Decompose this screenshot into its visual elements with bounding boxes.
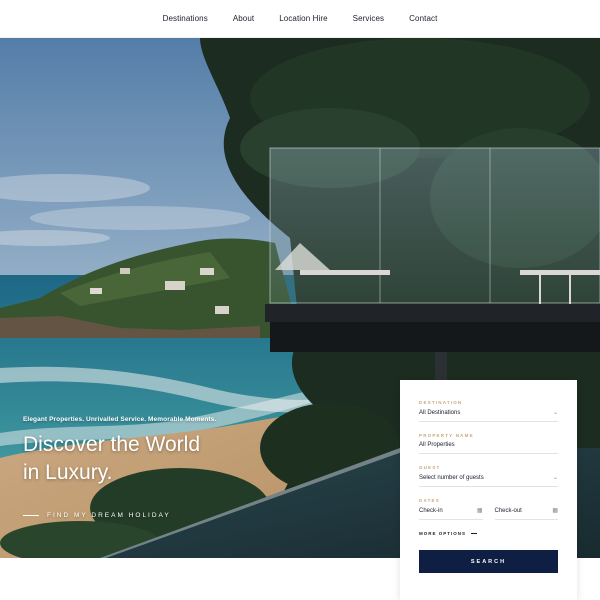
destination-field: DESTINATION All Destinations ⌄ [419,400,558,422]
nav-contact[interactable]: Contact [409,14,437,23]
destination-label: DESTINATION [419,400,463,405]
dash-icon [471,533,478,534]
checkout-input[interactable]: Check-out ▦ [494,507,558,520]
chevron-down-icon: ⌄ [552,410,558,416]
destination-value: All Destinations [419,409,461,416]
find-dream-holiday-link[interactable]: FIND MY DREAM HOLIDAY [23,512,353,519]
checkout-placeholder: Check-out [494,507,522,514]
hero-headline-line1: Discover the World [23,433,201,456]
nav-destinations[interactable]: Destinations [163,14,208,23]
guest-value: Select number of guests [419,474,484,481]
calendar-icon: ▦ [476,508,483,514]
property-value: All Properties [419,442,455,448]
dates-field: DATES Check-in ▦ Check-out ▦ [419,498,558,520]
search-button[interactable]: SEARCH [419,550,558,573]
cta-line-decoration [23,515,39,516]
more-options-toggle[interactable]: MORE OPTIONS [419,531,558,536]
chevron-down-icon: ⌄ [552,475,558,481]
guest-select[interactable]: Select number of guests ⌄ [419,474,558,487]
checkin-placeholder: Check-in [419,507,443,514]
checkin-input[interactable]: Check-in ▦ [419,507,483,520]
more-options-label: MORE OPTIONS [419,531,467,536]
property-field: PROPERTY NAME All Properties [419,433,558,454]
search-panel: DESTINATION All Destinations ⌄ PROPERTY … [400,380,577,600]
nav-about[interactable]: About [233,14,254,23]
hero-headline: Discover the World in Luxury. [23,431,353,487]
hero-headline-line2: in Luxury. [23,461,113,484]
property-input[interactable]: All Properties [419,442,558,454]
hero-tagline: Elegant Properties. Unrivalled Service. … [23,416,217,423]
guest-label: GUEST [419,465,441,470]
destination-select[interactable]: All Destinations ⌄ [419,409,558,422]
guest-field: GUEST Select number of guests ⌄ [419,465,558,487]
dates-label: DATES [419,498,440,503]
property-label: PROPERTY NAME [419,433,474,438]
nav-services[interactable]: Services [353,14,384,23]
dates-row: Check-in ▦ Check-out ▦ [419,507,558,520]
calendar-icon: ▦ [552,508,558,514]
nav-location-hire[interactable]: Location Hire [279,14,327,23]
hero-copy: Elegant Properties. Unrivalled Service. … [23,416,353,519]
cta-label: FIND MY DREAM HOLIDAY [47,512,171,519]
main-nav: Destinations About Location Hire Service… [163,14,438,23]
site-header: Destinations About Location Hire Service… [0,0,600,38]
